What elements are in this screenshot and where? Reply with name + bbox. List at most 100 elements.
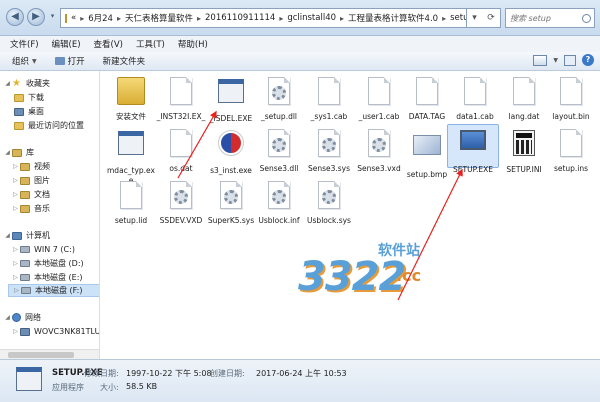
- dropdown-icon[interactable]: ▾: [472, 13, 477, 23]
- address-box[interactable]: « ▸ 6月24 ▸ 天仁表格算量软件 ▸ 2016110911114 ▸ gc…: [60, 8, 467, 28]
- nav-item-network-pc[interactable]: ▷ WOVC3NK81TLUC: [12, 325, 99, 338]
- breadcrumb-item[interactable]: 6月24: [88, 12, 113, 24]
- expand-arrow-icon[interactable]: ▷: [12, 177, 19, 184]
- nav-favorites[interactable]: ◢ ★ 收藏夹: [4, 77, 99, 90]
- details-pane: SETUP.EXE 应用程序 修改日期: 1997-10-22 下午 5:08 …: [0, 359, 600, 402]
- help-icon[interactable]: ?: [582, 54, 594, 66]
- file-item[interactable]: s3_inst.exe: [205, 127, 257, 176]
- refresh-icon[interactable]: ⟳: [487, 13, 495, 23]
- file-item[interactable]: 安装文件: [105, 75, 157, 122]
- file-item[interactable]: SETUP.INI: [498, 127, 550, 175]
- file-item[interactable]: _ISDEL.EXE: [205, 75, 257, 124]
- nav-drive-f[interactable]: ▷ 本地磁盘 (F:): [8, 284, 99, 297]
- breadcrumb-item[interactable]: gclinstall40: [287, 13, 336, 23]
- nav-item-downloads[interactable]: 下载: [14, 91, 99, 104]
- file-item[interactable]: setup.bmp: [401, 127, 453, 180]
- nav-item-recent[interactable]: 最近访问的位置: [14, 119, 99, 132]
- change-view-icon[interactable]: [533, 54, 548, 66]
- file-item[interactable]: DATA.TAG: [401, 75, 453, 122]
- expand-arrow-icon[interactable]: ▷: [12, 260, 19, 267]
- file-item[interactable]: SuperK5.sys: [205, 179, 257, 226]
- chevron-right-icon[interactable]: ▸: [197, 14, 201, 23]
- nav-item-pictures[interactable]: ▷ 图片: [12, 174, 99, 187]
- nav-item-videos[interactable]: ▷ 视频: [12, 160, 99, 173]
- nav-label: 网络: [25, 313, 41, 322]
- detail-filetype: 应用程序: [52, 383, 84, 392]
- file-item-selected[interactable]: SETUP.EXE: [447, 124, 499, 174]
- search-input[interactable]: [510, 13, 580, 23]
- file-item[interactable]: _user1.cab: [353, 75, 405, 122]
- breadcrumb-item[interactable]: 天仁表格算量软件: [125, 12, 193, 24]
- open-button[interactable]: 打开: [54, 55, 85, 67]
- downloads-folder-icon: [14, 93, 24, 102]
- nav-computer[interactable]: ◢ 计算机: [4, 229, 99, 242]
- file-item[interactable]: Sense3.vxd: [353, 127, 405, 174]
- file-item[interactable]: _INST32I.EX_: [155, 75, 207, 122]
- expand-arrow-icon[interactable]: ▷: [12, 246, 19, 253]
- drive-icon: [21, 287, 31, 294]
- file-name: setup.ins: [553, 164, 589, 173]
- horizontal-scrollbar[interactable]: [0, 349, 99, 359]
- new-folder-button[interactable]: 新建文件夹: [103, 55, 146, 67]
- expand-arrow-icon[interactable]: ▷: [13, 287, 20, 294]
- breadcrumb-item[interactable]: 工程量表格计算软件4.0: [348, 12, 438, 24]
- menu-edit[interactable]: 编辑(E): [52, 38, 81, 50]
- file-item[interactable]: Sense3.sys: [303, 127, 355, 174]
- nav-network[interactable]: ◢ 网络: [4, 311, 99, 324]
- file-item[interactable]: Usblock.sys: [303, 179, 355, 226]
- recent-pages-dropdown-icon[interactable]: ▾: [48, 12, 57, 21]
- expand-arrow-icon[interactable]: ▷: [12, 328, 19, 335]
- nav-drive-d[interactable]: ▷ 本地磁盘 (D:): [12, 257, 99, 270]
- back-button[interactable]: ◀: [6, 8, 24, 26]
- chevron-right-icon[interactable]: ▸: [340, 14, 344, 23]
- chevron-right-icon[interactable]: ▸: [80, 14, 84, 23]
- chevron-right-icon[interactable]: ▸: [117, 14, 121, 23]
- file-name: SuperK5.sys: [207, 216, 255, 225]
- expand-arrow-icon[interactable]: ▷: [12, 205, 19, 212]
- collapse-arrow-icon[interactable]: ◢: [4, 149, 11, 156]
- collapse-arrow-icon[interactable]: ◢: [4, 232, 11, 239]
- forward-button[interactable]: ▶: [27, 8, 45, 26]
- file-item[interactable]: _setup.dll: [253, 75, 305, 122]
- menu-tools[interactable]: 工具(T): [136, 38, 165, 50]
- file-item[interactable]: _sys1.cab: [303, 75, 355, 122]
- nav-libraries[interactable]: ◢ 库: [4, 146, 99, 159]
- menu-help[interactable]: 帮助(H): [178, 38, 208, 50]
- chevron-right-icon[interactable]: ▸: [279, 14, 283, 23]
- breadcrumb-item[interactable]: 2016110911114: [205, 13, 275, 23]
- nav-drive-e[interactable]: ▷ 本地磁盘 (E:): [12, 271, 99, 284]
- file-item[interactable]: Sense3.dll: [253, 127, 305, 174]
- organize-button[interactable]: 组织 ▼: [12, 55, 37, 67]
- search-box[interactable]: [505, 8, 595, 28]
- scrollbar-thumb[interactable]: [8, 352, 74, 358]
- drive-icon: [20, 246, 30, 253]
- file-item[interactable]: os.dat: [155, 127, 207, 174]
- collapse-arrow-icon[interactable]: ◢: [4, 314, 11, 321]
- search-icon[interactable]: [582, 13, 591, 23]
- file-item[interactable]: mdac_typ.exe: [105, 127, 157, 186]
- chevron-down-icon[interactable]: ▼: [553, 57, 558, 64]
- collapse-arrow-icon[interactable]: ◢: [4, 80, 11, 87]
- videos-icon: [20, 162, 30, 171]
- file-item[interactable]: setup.ins: [545, 127, 597, 174]
- nav-item-music[interactable]: ▷ 音乐: [12, 202, 99, 215]
- menu-file[interactable]: 文件(F): [10, 38, 39, 50]
- expand-arrow-icon[interactable]: ▷: [12, 274, 19, 281]
- chevron-right-icon[interactable]: ▸: [442, 14, 446, 23]
- detail-size-label: 大小:: [100, 383, 119, 392]
- file-item[interactable]: layout.bin: [545, 75, 597, 122]
- file-item[interactable]: setup.lid: [105, 179, 157, 226]
- nav-item-documents[interactable]: ▷ 文档: [12, 188, 99, 201]
- file-item[interactable]: lang.dat: [498, 75, 550, 122]
- expand-arrow-icon[interactable]: ▷: [12, 191, 19, 198]
- preview-pane-icon[interactable]: [564, 54, 576, 66]
- file-item[interactable]: SSDEV.VXD: [155, 179, 207, 226]
- breadcrumb-item[interactable]: setup: [450, 13, 466, 23]
- breadcrumb-overflow[interactable]: «: [71, 13, 76, 23]
- expand-arrow-icon[interactable]: ▷: [12, 163, 19, 170]
- nav-item-desktop[interactable]: 桌面: [14, 105, 99, 118]
- file-item[interactable]: Usblock.inf: [253, 179, 305, 226]
- menu-view[interactable]: 查看(V): [94, 38, 123, 50]
- nav-drive-c[interactable]: ▷ WIN 7 (C:): [12, 243, 99, 256]
- file-item[interactable]: data1.cab: [449, 75, 501, 122]
